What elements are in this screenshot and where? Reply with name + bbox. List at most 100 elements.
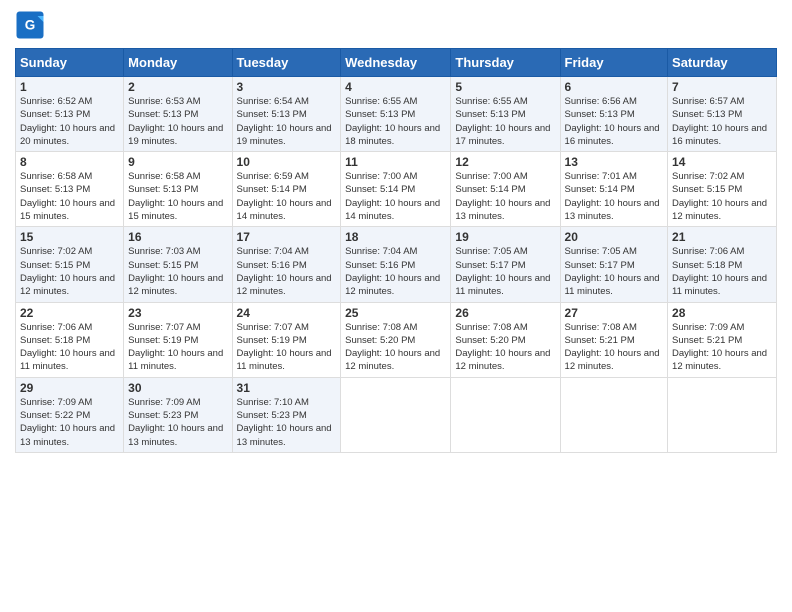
day-info: Sunrise: 7:08 AM Sunset: 5:20 PM Dayligh… (455, 321, 555, 374)
day-info: Sunrise: 7:00 AM Sunset: 5:14 PM Dayligh… (345, 170, 446, 223)
day-info: Sunrise: 6:56 AM Sunset: 5:13 PM Dayligh… (565, 95, 664, 148)
calendar-cell: 3 Sunrise: 6:54 AM Sunset: 5:13 PM Dayli… (232, 77, 341, 152)
header-day: Sunday (16, 49, 124, 77)
day-info: Sunrise: 6:58 AM Sunset: 5:13 PM Dayligh… (128, 170, 227, 223)
calendar-cell: 16 Sunrise: 7:03 AM Sunset: 5:15 PM Dayl… (124, 227, 232, 302)
day-info: Sunrise: 7:01 AM Sunset: 5:14 PM Dayligh… (565, 170, 664, 223)
svg-text:G: G (25, 18, 36, 33)
day-number: 19 (455, 230, 555, 244)
calendar-cell (451, 377, 560, 452)
header-day: Thursday (451, 49, 560, 77)
day-info: Sunrise: 7:02 AM Sunset: 5:15 PM Dayligh… (672, 170, 772, 223)
day-number: 11 (345, 155, 446, 169)
header-day: Monday (124, 49, 232, 77)
calendar-cell: 5 Sunrise: 6:55 AM Sunset: 5:13 PM Dayli… (451, 77, 560, 152)
day-number: 4 (345, 80, 446, 94)
day-number: 31 (237, 381, 337, 395)
header-day: Tuesday (232, 49, 341, 77)
calendar-cell: 8 Sunrise: 6:58 AM Sunset: 5:13 PM Dayli… (16, 152, 124, 227)
day-number: 18 (345, 230, 446, 244)
calendar-cell: 15 Sunrise: 7:02 AM Sunset: 5:15 PM Dayl… (16, 227, 124, 302)
header-day: Wednesday (341, 49, 451, 77)
calendar-cell: 28 Sunrise: 7:09 AM Sunset: 5:21 PM Dayl… (668, 302, 777, 377)
day-number: 6 (565, 80, 664, 94)
calendar-week-row: 22 Sunrise: 7:06 AM Sunset: 5:18 PM Dayl… (16, 302, 777, 377)
calendar-cell: 27 Sunrise: 7:08 AM Sunset: 5:21 PM Dayl… (560, 302, 668, 377)
day-number: 29 (20, 381, 119, 395)
calendar-cell: 1 Sunrise: 6:52 AM Sunset: 5:13 PM Dayli… (16, 77, 124, 152)
day-number: 28 (672, 306, 772, 320)
day-number: 3 (237, 80, 337, 94)
day-number: 21 (672, 230, 772, 244)
header-day: Saturday (668, 49, 777, 77)
calendar-cell: 2 Sunrise: 6:53 AM Sunset: 5:13 PM Dayli… (124, 77, 232, 152)
day-number: 24 (237, 306, 337, 320)
day-info: Sunrise: 7:07 AM Sunset: 5:19 PM Dayligh… (237, 321, 337, 374)
calendar-cell: 20 Sunrise: 7:05 AM Sunset: 5:17 PM Dayl… (560, 227, 668, 302)
calendar-cell: 30 Sunrise: 7:09 AM Sunset: 5:23 PM Dayl… (124, 377, 232, 452)
day-info: Sunrise: 6:52 AM Sunset: 5:13 PM Dayligh… (20, 95, 119, 148)
day-info: Sunrise: 7:08 AM Sunset: 5:21 PM Dayligh… (565, 321, 664, 374)
logo: G (15, 10, 47, 40)
day-info: Sunrise: 6:55 AM Sunset: 5:13 PM Dayligh… (345, 95, 446, 148)
day-info: Sunrise: 7:04 AM Sunset: 5:16 PM Dayligh… (237, 245, 337, 298)
calendar-cell: 13 Sunrise: 7:01 AM Sunset: 5:14 PM Dayl… (560, 152, 668, 227)
day-info: Sunrise: 7:08 AM Sunset: 5:20 PM Dayligh… (345, 321, 446, 374)
calendar-cell: 14 Sunrise: 7:02 AM Sunset: 5:15 PM Dayl… (668, 152, 777, 227)
day-info: Sunrise: 6:54 AM Sunset: 5:13 PM Dayligh… (237, 95, 337, 148)
calendar-cell: 22 Sunrise: 7:06 AM Sunset: 5:18 PM Dayl… (16, 302, 124, 377)
day-number: 17 (237, 230, 337, 244)
calendar-cell: 26 Sunrise: 7:08 AM Sunset: 5:20 PM Dayl… (451, 302, 560, 377)
header-day: Friday (560, 49, 668, 77)
day-number: 23 (128, 306, 227, 320)
calendar-cell (341, 377, 451, 452)
day-info: Sunrise: 7:02 AM Sunset: 5:15 PM Dayligh… (20, 245, 119, 298)
calendar-cell: 9 Sunrise: 6:58 AM Sunset: 5:13 PM Dayli… (124, 152, 232, 227)
calendar-cell: 11 Sunrise: 7:00 AM Sunset: 5:14 PM Dayl… (341, 152, 451, 227)
day-number: 5 (455, 80, 555, 94)
day-info: Sunrise: 6:55 AM Sunset: 5:13 PM Dayligh… (455, 95, 555, 148)
calendar-cell: 21 Sunrise: 7:06 AM Sunset: 5:18 PM Dayl… (668, 227, 777, 302)
calendar-cell: 24 Sunrise: 7:07 AM Sunset: 5:19 PM Dayl… (232, 302, 341, 377)
day-info: Sunrise: 7:09 AM Sunset: 5:23 PM Dayligh… (128, 396, 227, 449)
day-number: 27 (565, 306, 664, 320)
calendar-cell: 7 Sunrise: 6:57 AM Sunset: 5:13 PM Dayli… (668, 77, 777, 152)
day-info: Sunrise: 6:58 AM Sunset: 5:13 PM Dayligh… (20, 170, 119, 223)
day-info: Sunrise: 7:06 AM Sunset: 5:18 PM Dayligh… (20, 321, 119, 374)
day-info: Sunrise: 6:59 AM Sunset: 5:14 PM Dayligh… (237, 170, 337, 223)
day-info: Sunrise: 7:05 AM Sunset: 5:17 PM Dayligh… (565, 245, 664, 298)
logo-icon: G (15, 10, 45, 40)
day-number: 13 (565, 155, 664, 169)
day-number: 2 (128, 80, 227, 94)
day-info: Sunrise: 7:03 AM Sunset: 5:15 PM Dayligh… (128, 245, 227, 298)
day-number: 20 (565, 230, 664, 244)
day-number: 15 (20, 230, 119, 244)
calendar-cell: 25 Sunrise: 7:08 AM Sunset: 5:20 PM Dayl… (341, 302, 451, 377)
calendar-cell: 6 Sunrise: 6:56 AM Sunset: 5:13 PM Dayli… (560, 77, 668, 152)
day-number: 1 (20, 80, 119, 94)
calendar-week-row: 8 Sunrise: 6:58 AM Sunset: 5:13 PM Dayli… (16, 152, 777, 227)
calendar-cell: 23 Sunrise: 7:07 AM Sunset: 5:19 PM Dayl… (124, 302, 232, 377)
calendar-table: SundayMondayTuesdayWednesdayThursdayFrid… (15, 48, 777, 453)
header: G (15, 10, 777, 40)
day-info: Sunrise: 7:04 AM Sunset: 5:16 PM Dayligh… (345, 245, 446, 298)
day-number: 25 (345, 306, 446, 320)
day-info: Sunrise: 6:53 AM Sunset: 5:13 PM Dayligh… (128, 95, 227, 148)
day-number: 14 (672, 155, 772, 169)
day-number: 8 (20, 155, 119, 169)
day-number: 12 (455, 155, 555, 169)
day-info: Sunrise: 7:00 AM Sunset: 5:14 PM Dayligh… (455, 170, 555, 223)
day-number: 30 (128, 381, 227, 395)
day-number: 26 (455, 306, 555, 320)
day-info: Sunrise: 7:07 AM Sunset: 5:19 PM Dayligh… (128, 321, 227, 374)
day-number: 9 (128, 155, 227, 169)
calendar-week-row: 1 Sunrise: 6:52 AM Sunset: 5:13 PM Dayli… (16, 77, 777, 152)
calendar-cell: 19 Sunrise: 7:05 AM Sunset: 5:17 PM Dayl… (451, 227, 560, 302)
calendar-cell: 29 Sunrise: 7:09 AM Sunset: 5:22 PM Dayl… (16, 377, 124, 452)
day-number: 16 (128, 230, 227, 244)
day-info: Sunrise: 7:10 AM Sunset: 5:23 PM Dayligh… (237, 396, 337, 449)
calendar-week-row: 15 Sunrise: 7:02 AM Sunset: 5:15 PM Dayl… (16, 227, 777, 302)
calendar-week-row: 29 Sunrise: 7:09 AM Sunset: 5:22 PM Dayl… (16, 377, 777, 452)
calendar-cell: 4 Sunrise: 6:55 AM Sunset: 5:13 PM Dayli… (341, 77, 451, 152)
calendar-cell: 17 Sunrise: 7:04 AM Sunset: 5:16 PM Dayl… (232, 227, 341, 302)
